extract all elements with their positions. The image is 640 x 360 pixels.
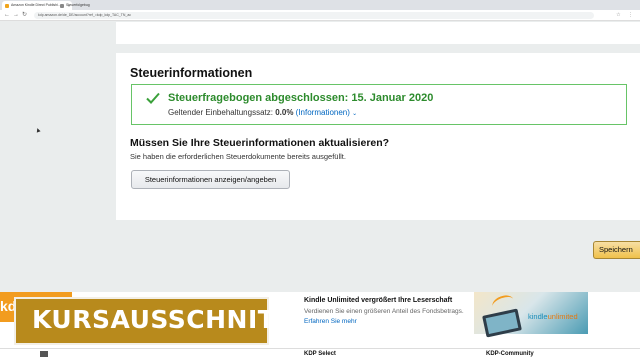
url-input[interactable]: kdp.amazon.de/de_DE/account?ref_=kdp_kdp… bbox=[34, 12, 594, 19]
footer-kdp-community[interactable]: KDP-Community bbox=[486, 351, 534, 357]
tab-label: Amazon Kindle Direct Publishi... bbox=[11, 3, 61, 7]
update-question-title: Müssen Sie Ihre Steuerinformationen aktu… bbox=[130, 137, 390, 149]
amazon-favicon-icon bbox=[5, 3, 9, 8]
ku-promo-subtitle: Verdienen Sie einen größeren Anteil des … bbox=[304, 308, 464, 315]
update-question-subtitle: Sie haben die erforderlichen Steuerdokum… bbox=[130, 152, 346, 161]
info-link[interactable]: (Informationen) bbox=[296, 108, 350, 117]
forward-arrow-icon[interactable]: → bbox=[13, 11, 19, 20]
withholding-rate: Geltender Einbehaltungssatz: 0.0% (Infor… bbox=[168, 108, 357, 117]
tab-label: Steuerfolgebug bbox=[66, 3, 90, 7]
browser-menu-icons[interactable]: ☆ ⋮ bbox=[616, 11, 636, 20]
reload-icon[interactable]: ↻ bbox=[22, 11, 27, 20]
back-arrow-icon[interactable]: ← bbox=[4, 11, 10, 20]
tax-success-alert bbox=[131, 84, 627, 125]
chevron-down-icon[interactable]: ⌄ bbox=[352, 111, 357, 117]
footer-logo-icon bbox=[40, 351, 48, 357]
kindle-unlimited-logo: kindleunlimited bbox=[528, 312, 578, 321]
ku-promo-title: Kindle Unlimited vergrößert Ihre Lesersc… bbox=[304, 297, 453, 304]
previous-section-card bbox=[116, 22, 640, 44]
footer-kdp-select[interactable]: KDP Select bbox=[304, 351, 336, 357]
view-tax-info-button[interactable]: Steuerinformationen anzeigen/angeben bbox=[131, 170, 290, 189]
browser-tab-strip: Amazon Kindle Direct Publishi... × Steue… bbox=[0, 0, 640, 10]
rate-label: Geltender Einbehaltungssatz: bbox=[168, 108, 273, 117]
browser-tab-other[interactable]: Steuerfolgebug bbox=[57, 1, 112, 10]
page-favicon-icon bbox=[60, 3, 64, 8]
checkmark-icon bbox=[146, 92, 160, 104]
tax-status-title: Steuerfragebogen abgeschlossen: 15. Janu… bbox=[168, 92, 434, 104]
rate-value: 0.0% bbox=[275, 108, 294, 117]
address-bar: ← → ↻ kdp.amazon.de/de_DE/account?ref_=k… bbox=[0, 10, 640, 21]
save-button[interactable]: Speichern bbox=[593, 241, 640, 259]
course-excerpt-text: KURSAUSSCHNITT bbox=[32, 305, 294, 334]
section-title: Steuerinformationen bbox=[130, 66, 253, 80]
ku-learn-more-link[interactable]: Erfahren Sie mehr bbox=[304, 318, 357, 325]
